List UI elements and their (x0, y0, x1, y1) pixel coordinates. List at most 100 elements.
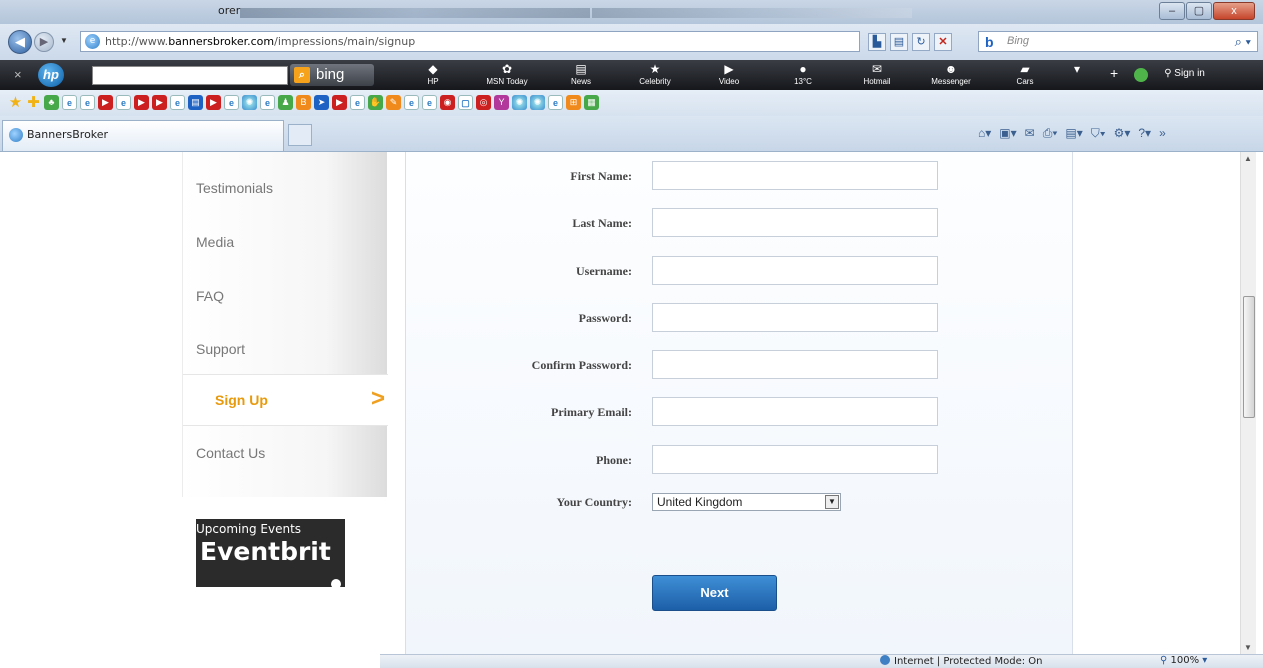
fav-youtube-icon[interactable]: ▶ (332, 95, 347, 110)
sidebar-item-testimonials[interactable]: Testimonials (196, 180, 273, 196)
stop-icon[interactable]: ✕ (934, 32, 952, 51)
hp-logo-icon[interactable]: hp (38, 63, 64, 87)
search-icon[interactable]: ⌕ ▾ (1235, 32, 1251, 51)
password-field[interactable] (652, 303, 938, 332)
phone-field[interactable] (652, 445, 938, 474)
fav-yahoo-icon[interactable]: Y (494, 95, 509, 110)
fav-youtube-icon[interactable]: ▶ (98, 95, 113, 110)
toolbar-item-celebrity[interactable]: ★ Celebrity (618, 60, 692, 90)
refresh-icon[interactable]: ↻ (912, 32, 930, 51)
fav-pen-icon[interactable]: ✎ (386, 95, 401, 110)
back-button[interactable]: ◀ (8, 30, 32, 54)
forward-button[interactable]: ▶ (34, 32, 54, 52)
star-icon: ★ (649, 62, 661, 76)
fav-hand-icon[interactable]: ✋ (368, 95, 383, 110)
fav-people-icon[interactable]: ♟ (278, 95, 293, 110)
fav-ie-icon[interactable]: e (62, 95, 77, 110)
fav-chrome-icon[interactable]: ◉ (440, 95, 455, 110)
security-shield-icon[interactable] (1134, 68, 1149, 82)
toolbar-item-weather[interactable]: ● 13°C (766, 60, 840, 90)
search-input[interactable]: b Bing ⌕ ▾ (978, 31, 1258, 52)
page-menu-icon[interactable]: ▤▾ (1065, 126, 1082, 141)
fav-ie-icon[interactable]: e (80, 95, 95, 110)
fav-blogger-icon[interactable]: B (296, 95, 311, 110)
sidebar-item-contact-us[interactable]: Contact Us (196, 445, 265, 461)
scroll-up-icon[interactable]: ▲ (1244, 154, 1252, 163)
sidebar-item-sign-up[interactable]: Sign Up > (183, 374, 388, 426)
new-tab-button[interactable] (288, 124, 312, 146)
bing-search-button[interactable]: ⌕ bing (290, 64, 374, 86)
fav-ie-icon[interactable]: e (224, 95, 239, 110)
minimize-button[interactable]: – (1159, 2, 1185, 20)
toolbar-more-dropdown[interactable]: ▾ (1062, 60, 1092, 90)
first-name-field[interactable] (652, 161, 938, 190)
fav-twitter-icon[interactable]: ➤ (314, 95, 329, 110)
vertical-scrollbar[interactable]: ▲ ▼ (1240, 152, 1256, 654)
zoom-level[interactable]: ⚲ 100% ▾ (1160, 655, 1207, 666)
toolbar-item-video[interactable]: ▶ Video (692, 60, 766, 90)
last-name-field[interactable] (652, 208, 938, 237)
fav-opera-icon[interactable]: ◎ (476, 95, 491, 110)
fav-ie-icon[interactable]: e (548, 95, 563, 110)
security-zone[interactable]: Internet | Protected Mode: On (880, 655, 1042, 667)
read-mail-icon[interactable]: ✉ (1025, 126, 1035, 141)
fav-ie-icon[interactable]: e (260, 95, 275, 110)
primary-email-field[interactable] (652, 397, 938, 426)
toolbar-item-news[interactable]: ▤ News (544, 60, 618, 90)
feeds-icon[interactable]: ▣▾ (999, 126, 1016, 141)
fav-globe-icon[interactable]: ✺ (530, 95, 545, 110)
toolbar-search-input[interactable] (92, 66, 288, 85)
scroll-down-icon[interactable]: ▼ (1244, 643, 1252, 652)
chevron-down-icon[interactable]: ▼ (825, 495, 839, 509)
fav-ie-icon[interactable]: e (404, 95, 419, 110)
fav-ie-icon[interactable]: e (422, 95, 437, 110)
toolbar-item-hotmail[interactable]: ✉ Hotmail (840, 60, 914, 90)
toolbar-overflow-icon[interactable]: » (1159, 126, 1166, 141)
safety-menu-icon[interactable]: ⛉▾ (1091, 126, 1106, 141)
sidebar-item-faq[interactable]: FAQ (196, 288, 224, 304)
url-input[interactable]: e http://www.bannersbroker.com/impressio… (80, 31, 860, 52)
fav-youtube-icon[interactable]: ▶ (206, 95, 221, 110)
compat-view-icon[interactable]: ▤ (890, 32, 908, 51)
fav-link-icon[interactable]: ♣ (44, 95, 59, 110)
help-menu-icon[interactable]: ?▾ (1138, 126, 1151, 141)
add-favorites-icon[interactable]: ✚ (26, 95, 41, 110)
close-button[interactable]: x (1213, 2, 1255, 20)
home-icon[interactable]: ⌂▾ (978, 126, 991, 141)
fav-ie-icon[interactable]: e (116, 95, 131, 110)
toolbar-item-cars[interactable]: ▰ Cars (988, 60, 1062, 90)
fav-apps-icon[interactable]: ▦ (584, 95, 599, 110)
tab-bannersbroker[interactable]: BannersBroker (2, 120, 284, 151)
fav-youtube-icon[interactable]: ▶ (134, 95, 149, 110)
sidebar-item-support[interactable]: Support (196, 341, 245, 357)
fav-ie-icon[interactable]: e (350, 95, 365, 110)
history-dropdown-icon[interactable]: ▼ (60, 36, 68, 45)
sign-in-link[interactable]: ⚲ Sign in (1164, 68, 1205, 82)
toolbar-item-messenger[interactable]: ☻ Messenger (914, 60, 988, 90)
next-button[interactable]: Next (652, 575, 777, 611)
fav-globe-icon[interactable]: ✺ (242, 95, 257, 110)
fav-globe-icon[interactable]: ✺ (512, 95, 527, 110)
scroll-thumb[interactable] (1243, 296, 1255, 418)
username-field[interactable] (652, 256, 938, 285)
eventbrite-widget[interactable]: Upcoming Events Eventbrit (196, 519, 345, 587)
country-select[interactable]: United Kingdom ▼ (652, 493, 841, 511)
fav-news-icon[interactable]: ▤ (188, 95, 203, 110)
fav-page-icon[interactable]: ▢ (458, 95, 473, 110)
maximize-button[interactable]: ▢ (1186, 2, 1212, 20)
sidebar-item-media[interactable]: Media (196, 234, 234, 250)
confirm-password-field[interactable] (652, 350, 938, 379)
close-toolbar-icon[interactable]: × (14, 67, 22, 82)
tools-menu-icon[interactable]: ⚙▾ (1114, 126, 1131, 141)
toolbar-item-msn[interactable]: ✿ MSN Today (470, 60, 544, 90)
fav-youtube-icon[interactable]: ▶ (152, 95, 167, 110)
toolbar-item-hp[interactable]: ◆ HP (396, 60, 470, 90)
compatibility-icon[interactable]: ▙ (868, 32, 886, 51)
fav-windows-icon[interactable]: ⊞ (566, 95, 581, 110)
fav-ie-icon[interactable]: e (170, 95, 185, 110)
add-icon[interactable]: + (1110, 66, 1118, 82)
command-bar: ⌂▾ ▣▾ ✉ ⎙▾ ▤▾ ⛉▾ ⚙▾ ?▾ » (978, 126, 1166, 141)
ie-page-icon (9, 128, 23, 142)
print-icon[interactable]: ⎙▾ (1043, 126, 1058, 141)
favorites-star-icon[interactable]: ★ (8, 95, 23, 110)
